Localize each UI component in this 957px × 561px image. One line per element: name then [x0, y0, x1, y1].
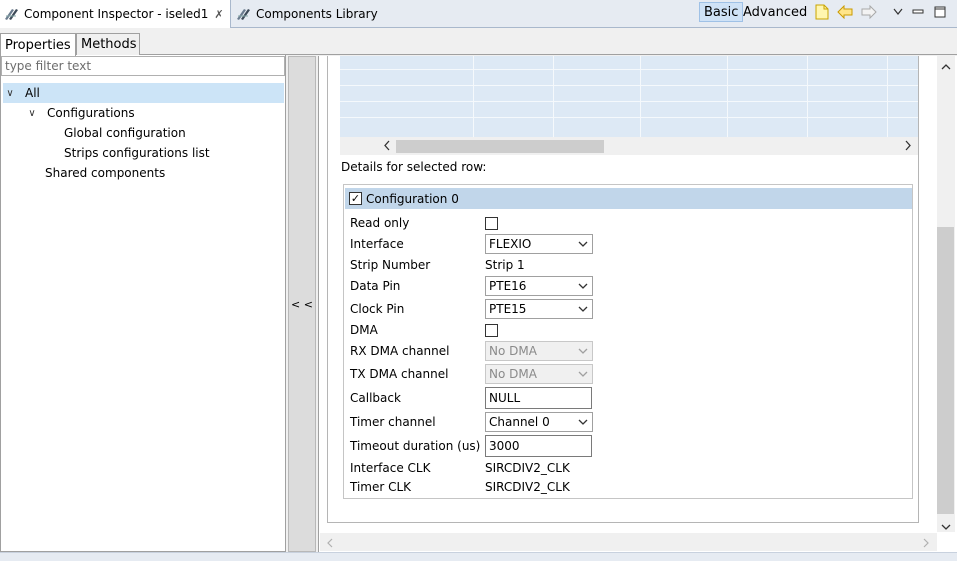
filter-input[interactable] [1, 56, 285, 76]
timer-channel-label: Timer channel [350, 415, 436, 429]
tab-components-library[interactable]: Components Library [232, 0, 452, 28]
read-only-label: Read only [350, 216, 410, 230]
view-menu-icon[interactable] [889, 3, 907, 21]
forward-arrow-icon[interactable] [860, 3, 878, 21]
dma-label: DMA [350, 323, 378, 337]
table-row-divider [340, 69, 918, 70]
tree-item-shared-components[interactable]: Shared components [45, 163, 165, 183]
chevron-down-icon[interactable]: ∨ [3, 88, 17, 99]
tab-component-inspector[interactable]: Component Inspector - iseled1 ✗ [0, 0, 231, 28]
interface-value: FLEXIO [489, 237, 532, 251]
tree-item-label: Global configuration [64, 126, 186, 140]
basic-mode-button[interactable]: Basic [699, 2, 744, 22]
tab-properties[interactable]: Properties [0, 33, 76, 56]
table-row-divider [340, 101, 918, 102]
tx-dma-label: TX DMA channel [350, 367, 449, 381]
scroll-down-arrow[interactable] [941, 520, 951, 534]
strip-number-label: Strip Number [350, 258, 431, 272]
data-pin-select[interactable]: PTE16 [485, 276, 593, 296]
callback-input[interactable]: NULL [485, 387, 592, 409]
configuration-enable-checkbox[interactable]: ✓ [349, 192, 362, 205]
timeout-input[interactable]: 3000 [485, 435, 592, 457]
table-row-divider [340, 117, 918, 118]
scrollbar-thumb[interactable] [937, 227, 954, 514]
data-pin-value: PTE16 [489, 279, 527, 293]
tree-item-label: All [25, 86, 40, 100]
tab-methods[interactable]: Methods [76, 33, 140, 55]
tab-components-library-label: Components Library [256, 7, 378, 21]
new-note-icon[interactable] [813, 3, 831, 21]
chevron-down-icon [578, 371, 588, 377]
scroll-right-arrow[interactable] [904, 140, 912, 154]
rx-dma-value: No DMA [489, 344, 537, 358]
chevron-down-icon [578, 348, 588, 354]
rx-dma-select: No DMA [485, 341, 593, 361]
strip-number-value: Strip 1 [485, 258, 525, 272]
chevron-down-icon[interactable]: ∨ [25, 108, 39, 119]
chevron-down-icon [578, 419, 588, 425]
tab-component-inspector-label: Component Inspector - iseled1 [24, 7, 209, 21]
configuration-title: Configuration 0 [366, 191, 459, 206]
read-only-checkbox[interactable] [485, 217, 498, 233]
component-icon [237, 9, 250, 20]
scroll-left-arrow[interactable] [383, 140, 391, 154]
dma-checkbox[interactable] [485, 324, 498, 340]
configuration-header[interactable]: ✓ Configuration 0 [345, 188, 912, 209]
timer-channel-value: Channel 0 [489, 415, 550, 429]
clock-pin-select[interactable]: PTE15 [485, 299, 593, 319]
maximize-icon[interactable] [931, 3, 949, 21]
back-arrow-icon[interactable] [836, 3, 854, 21]
component-icon [5, 9, 18, 20]
callback-label: Callback [350, 391, 401, 405]
timeout-label: Timeout duration (us) [350, 439, 481, 453]
panel-horizontal-scrollbar[interactable] [320, 533, 937, 551]
chevron-down-icon [578, 283, 588, 289]
status-bar [0, 552, 957, 561]
scroll-up-arrow[interactable] [941, 60, 951, 74]
chevron-down-icon [578, 306, 588, 312]
tx-dma-select: No DMA [485, 364, 593, 384]
table-row-divider [340, 85, 918, 86]
scroll-right-arrow[interactable] [922, 537, 930, 551]
tree-item-strips-configurations[interactable]: Strips configurations list [64, 143, 210, 163]
rx-dma-label: RX DMA channel [350, 344, 450, 358]
advanced-mode-button[interactable]: Advanced [741, 2, 809, 22]
tree-item-configurations[interactable]: ∨ Configurations [25, 103, 135, 123]
clock-pin-label: Clock Pin [350, 302, 405, 316]
interface-clk-label: Interface CLK [350, 461, 431, 475]
timer-clk-label: Timer CLK [350, 480, 412, 494]
interface-label: Interface [350, 237, 404, 251]
timer-channel-select[interactable]: Channel 0 [485, 412, 593, 432]
close-icon[interactable]: ✗ [214, 8, 223, 21]
chevron-down-icon [578, 241, 588, 247]
tree-item-all[interactable]: ∨ All [3, 83, 284, 103]
tree-item-label: Strips configurations list [64, 146, 210, 160]
scroll-left-arrow[interactable] [326, 537, 334, 551]
clock-pin-value: PTE15 [489, 302, 527, 316]
tree-item-global-configuration[interactable]: Global configuration [64, 123, 186, 143]
tree-item-label: Shared components [45, 166, 166, 180]
details-label: Details for selected row: [341, 160, 487, 174]
properties-tab-row [0, 28, 957, 55]
interface-select[interactable]: FLEXIO [485, 234, 593, 254]
timer-clk-value: SIRCDIV2_CLK [485, 480, 570, 494]
tree-item-label: Configurations [47, 106, 135, 120]
interface-clk-value: SIRCDIV2_CLK [485, 461, 570, 475]
scrollbar-thumb[interactable] [396, 140, 604, 153]
data-pin-label: Data Pin [350, 279, 401, 293]
collapse-panel-button[interactable]: < < [288, 56, 316, 552]
tx-dma-value: No DMA [489, 367, 537, 381]
minimize-icon[interactable] [909, 3, 927, 21]
